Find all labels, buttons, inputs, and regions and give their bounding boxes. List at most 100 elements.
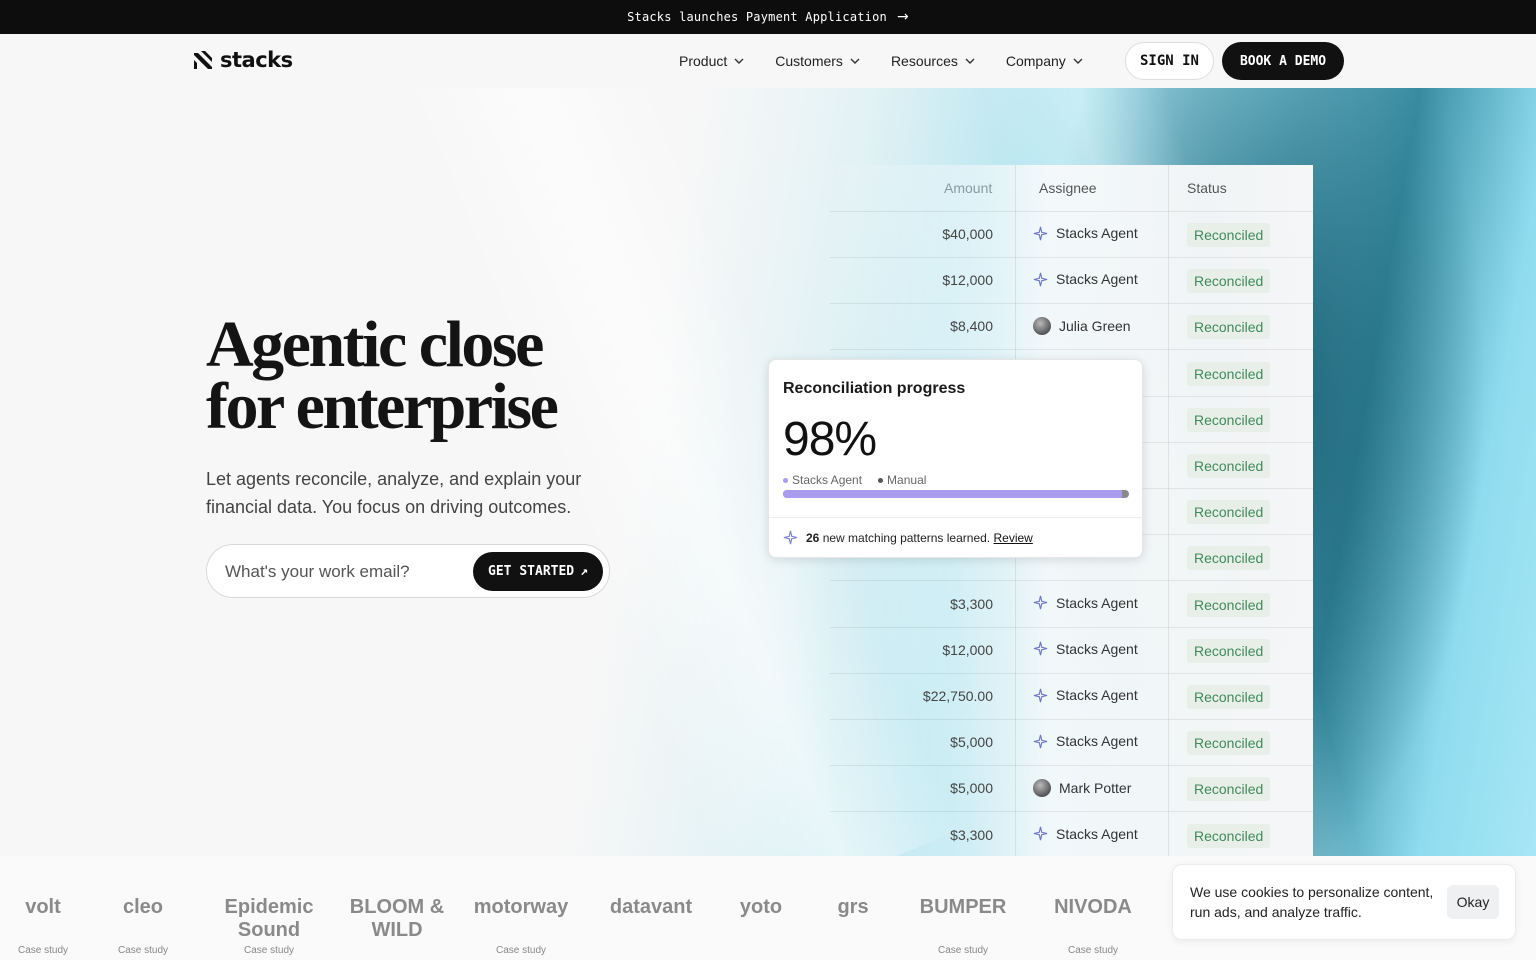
- assignee-cell: Stacks Agent: [1033, 687, 1138, 703]
- customer-logo[interactable]: NIVODA Case study: [1030, 856, 1156, 960]
- brand-name: stacks: [220, 48, 293, 72]
- assignee-cell: Stacks Agent: [1033, 826, 1138, 842]
- nav-label: Resources: [890, 53, 958, 69]
- assignee-cell: Stacks Agent: [1033, 641, 1138, 657]
- email-signup-form: GET STARTED ↗: [206, 544, 610, 598]
- legend-manual: Manual: [878, 473, 926, 487]
- nav-item-product[interactable]: Product: [679, 53, 745, 69]
- legend-label: Stacks Agent: [792, 473, 863, 487]
- table-row[interactable]: $40,000 Stacks Agent Reconciled: [830, 212, 1313, 258]
- customer-logo[interactable]: BUMPER Case study: [900, 856, 1026, 960]
- amount-cell: $3,300: [950, 595, 993, 612]
- customer-logo[interactable]: motorway Case study: [458, 856, 584, 960]
- nav-label: Company: [1005, 53, 1066, 69]
- customer-logo[interactable]: Epidemic Sound Case study: [206, 856, 332, 960]
- avatar: [1033, 779, 1051, 798]
- cookie-okay-button[interactable]: Okay: [1447, 885, 1499, 919]
- chevron-down-icon: [850, 58, 860, 64]
- work-email-input[interactable]: [225, 557, 465, 587]
- case-study-link[interactable]: Case study: [206, 945, 332, 956]
- assignee-name: Julia Green: [1059, 318, 1131, 335]
- review-link[interactable]: Review: [993, 531, 1032, 545]
- logo-wordmark: BLOOM & WILD: [349, 896, 445, 941]
- chevron-down-icon: [965, 58, 975, 64]
- progress-percent: 98%: [783, 413, 877, 466]
- table-row[interactable]: $5,000 Stacks Agent Reconciled: [830, 720, 1313, 767]
- nav-item-customers[interactable]: Customers: [775, 53, 861, 69]
- customer-logo[interactable]: cleo Case study: [80, 856, 206, 960]
- assignee-cell: Stacks Agent: [1033, 595, 1138, 611]
- get-started-label: GET STARTED: [488, 564, 575, 579]
- status-badge: Reconciled: [1187, 315, 1271, 340]
- assignee-cell: Stacks Agent: [1033, 733, 1138, 749]
- table-row[interactable]: $8,400 Julia Green Reconciled: [830, 304, 1313, 351]
- case-study-link[interactable]: Case study: [1030, 945, 1156, 956]
- chevron-down-icon: [1073, 58, 1083, 64]
- assignee-name: Stacks Agent: [1056, 825, 1138, 842]
- customer-logo[interactable]: BLOOM & WILD: [334, 856, 460, 960]
- get-started-button[interactable]: GET STARTED ↗: [473, 552, 603, 591]
- assignee-cell: Julia Green: [1033, 317, 1131, 336]
- status-badge: Reconciled: [1187, 454, 1271, 478]
- case-study-link[interactable]: Case study: [80, 945, 206, 956]
- status-badge: Reconciled: [1187, 407, 1271, 432]
- amount-cell: $5,000: [950, 734, 993, 751]
- main-menu: Product Customers Resources Company: [679, 34, 1114, 88]
- arrow-up-right-icon: ↗: [580, 564, 588, 579]
- book-demo-button[interactable]: BOOK A DEMO: [1222, 42, 1344, 80]
- headline-line: for enterprise: [206, 370, 559, 443]
- status-badge: Reconciled: [1187, 269, 1271, 294]
- logo-wordmark: motorway: [473, 896, 569, 918]
- announcement-text: Stacks launches Payment Application: [627, 10, 887, 24]
- progress-bar: [783, 490, 1129, 498]
- customer-logo[interactable]: grs: [790, 856, 916, 960]
- assignee-name: Stacks Agent: [1056, 687, 1138, 703]
- amount-cell: $12,000: [942, 641, 993, 658]
- legend-agent: Stacks Agent: [783, 473, 862, 487]
- logo-wordmark: cleo: [122, 896, 164, 918]
- logo-wordmark: BUMPER: [919, 896, 1007, 918]
- customer-logo[interactable]: datavant: [588, 856, 714, 960]
- sparkle-icon: [1033, 688, 1048, 702]
- amount-cell: $8,400: [950, 318, 993, 335]
- status-badge: Reconciled: [1187, 361, 1271, 386]
- logo-wordmark: datavant: [609, 896, 693, 918]
- logo-wordmark: NIVODA: [1054, 896, 1132, 918]
- announcement-bar[interactable]: Stacks launches Payment Application →: [0, 0, 1536, 34]
- amount-cell: $3,300: [950, 826, 993, 843]
- patterns-notice: 26 new matching patterns learned. Review: [783, 530, 1033, 545]
- assignee-name: Stacks Agent: [1056, 594, 1138, 611]
- legend-dot: [878, 477, 884, 483]
- sign-in-button[interactable]: SIGN IN: [1125, 42, 1214, 80]
- assignee-cell: Stacks Agent: [1033, 271, 1138, 287]
- brand-logo[interactable]: stacks: [193, 48, 293, 72]
- table-row[interactable]: $12,000 Stacks Agent Reconciled: [830, 258, 1313, 305]
- nav-item-resources[interactable]: Resources: [891, 53, 976, 69]
- status-badge: Reconciled: [1187, 592, 1271, 617]
- chevron-down-icon: [734, 58, 744, 64]
- cookie-text: We use cookies to personalize content, r…: [1190, 884, 1434, 920]
- reconciliation-progress-card: Reconciliation progress 98% Stacks Agent…: [768, 359, 1143, 558]
- divider: [769, 517, 1142, 518]
- case-study-link[interactable]: Case study: [458, 945, 584, 956]
- assignee-name: Stacks Agent: [1056, 640, 1138, 657]
- status-badge: Reconciled: [1187, 546, 1271, 571]
- table-row[interactable]: $5,000 Mark Potter Reconciled: [830, 766, 1313, 813]
- table-row[interactable]: $3,300 Stacks Agent Reconciled: [830, 813, 1313, 856]
- status-badge: Reconciled: [1187, 500, 1271, 525]
- status-badge: Reconciled: [1187, 223, 1271, 247]
- assignee-name: Mark Potter: [1059, 780, 1132, 797]
- table-row[interactable]: $3,300 Stacks Agent Reconciled: [830, 582, 1313, 628]
- case-study-link[interactable]: Case study: [900, 945, 1026, 956]
- patterns-text: 26 new matching patterns learned. Review: [806, 531, 1033, 545]
- status-badge: Reconciled: [1187, 777, 1271, 802]
- sparkle-icon: [1033, 226, 1048, 240]
- patterns-message: new matching patterns learned.: [822, 530, 991, 545]
- sparkle-icon: [1033, 642, 1048, 656]
- nav-item-company[interactable]: Company: [1006, 53, 1084, 69]
- table-row[interactable]: $12,000 Stacks Agent Reconciled: [830, 628, 1313, 674]
- sparkle-icon: [1033, 734, 1048, 748]
- nav-label: Product: [679, 53, 728, 69]
- table-row[interactable]: $22,750.00 Stacks Agent Reconciled: [830, 674, 1313, 720]
- amount-cell: $40,000: [942, 226, 993, 242]
